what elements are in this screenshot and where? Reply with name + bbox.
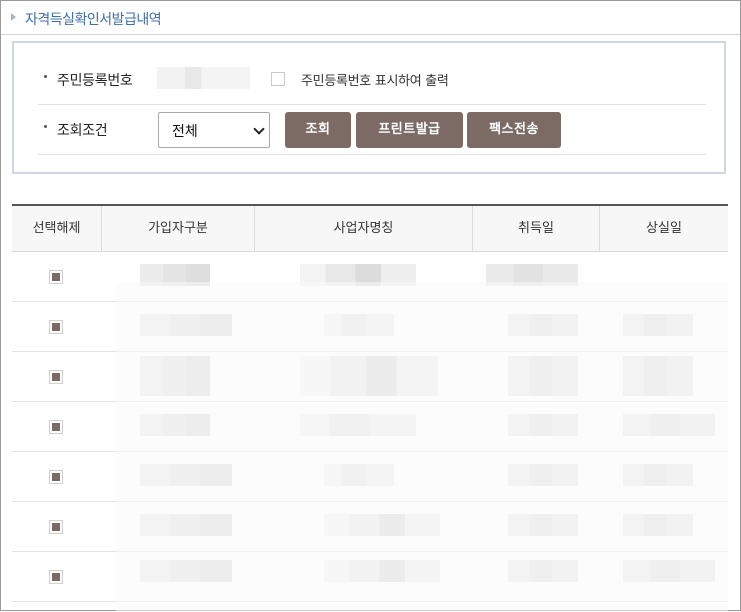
condition-select-value: 전체 xyxy=(172,124,198,140)
bullet-icon xyxy=(44,125,47,128)
title-bar: 자격득실확인서발급내역 xyxy=(1,1,740,35)
table-header: 선택해제 가입자구분 사업자명칭 취득일 상실일 xyxy=(12,204,728,252)
print-issue-button[interactable]: 프린트발급 xyxy=(356,112,463,148)
condition-select[interactable]: 전체 xyxy=(158,112,270,148)
search-panel: 주민등록번호 주민등록번호 표시하여 출력 조회조건 전체 조회 프린트발급 팩… xyxy=(12,41,726,174)
search-button[interactable]: 조회 xyxy=(285,112,351,148)
chevron-down-icon xyxy=(253,123,265,135)
show-resident-checkbox[interactable] xyxy=(271,72,285,86)
header-business-name: 사업자명칭 xyxy=(255,206,473,252)
triangle-right-icon xyxy=(11,13,16,21)
results-table: 선택해제 가입자구분 사업자명칭 취득일 상실일 xyxy=(12,204,728,612)
bullet-icon xyxy=(44,75,47,78)
row-checkbox[interactable] xyxy=(49,270,63,284)
redaction-overlay xyxy=(116,282,728,612)
resident-row: 주민등록번호 주민등록번호 표시하여 출력 xyxy=(38,55,706,105)
row-checkbox[interactable] xyxy=(49,520,63,534)
row-checkbox[interactable] xyxy=(49,320,63,334)
page-title: 자격득실확인서발급내역 xyxy=(25,12,162,28)
header-member-type: 가입자구분 xyxy=(102,206,255,252)
condition-label: 조회조건 xyxy=(57,123,108,139)
header-acquire-date: 취득일 xyxy=(473,206,600,252)
show-resident-label[interactable]: 주민등록번호 표시하여 출력 xyxy=(301,70,449,89)
condition-row: 조회조건 전체 조회 프린트발급 팩스전송 xyxy=(38,105,706,155)
fax-send-button[interactable]: 팩스전송 xyxy=(467,112,561,148)
row-checkbox[interactable] xyxy=(49,470,63,484)
window-frame: 자격득실확인서발급내역 주민등록번호 주민등록번호 표시하여 출력 조회조건 전… xyxy=(0,0,741,612)
row-checkbox[interactable] xyxy=(49,570,63,584)
header-deselect[interactable]: 선택해제 xyxy=(12,206,102,252)
row-checkbox[interactable] xyxy=(49,370,63,384)
resident-number-masked xyxy=(157,67,250,89)
header-loss-date: 상실일 xyxy=(646,221,682,236)
row-checkbox[interactable] xyxy=(49,420,63,434)
resident-label: 주민등록번호 xyxy=(57,73,133,89)
